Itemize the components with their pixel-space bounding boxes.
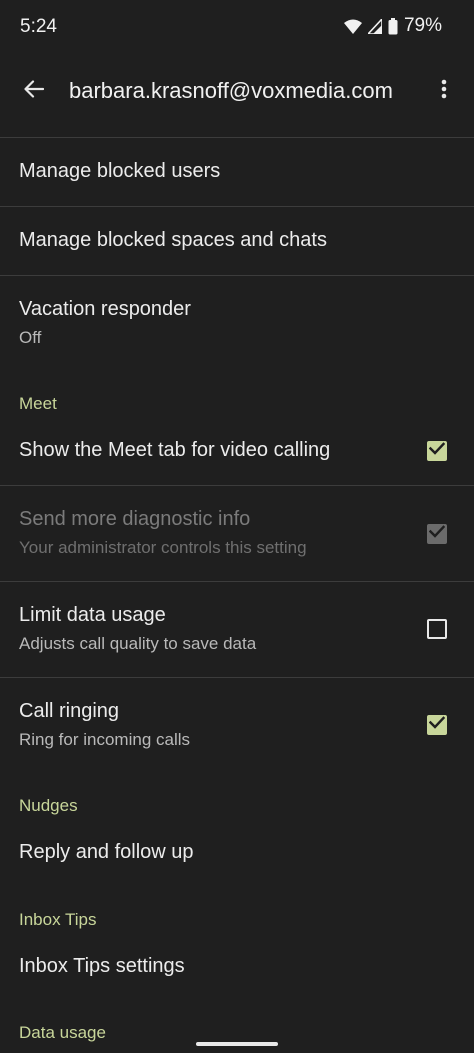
limit-data-usage-checkbox[interactable] [427, 619, 447, 639]
show-meet-tab-row[interactable]: Show the Meet tab for video calling [0, 418, 474, 485]
status-bar: 5:24 79% [0, 0, 474, 56]
row-title: Reply and follow up [19, 841, 194, 863]
arrow-back-icon [24, 79, 45, 103]
row-title: Call ringing [19, 700, 120, 722]
call-ringing-row[interactable]: Call ringing Ring for incoming calls [0, 678, 474, 773]
account-title: barbara.krasnoff@voxmedia.com [69, 78, 393, 103]
row-title: Send more diagnostic info [19, 508, 251, 530]
diagnostic-info-checkbox [427, 524, 447, 544]
status-time: 5:24 [20, 16, 57, 37]
more-vert-icon [441, 79, 447, 104]
overflow-menu-button[interactable] [430, 71, 458, 111]
row-title: Manage blocked spaces and chats [19, 229, 327, 251]
status-icons: 79% [343, 15, 442, 37]
row-title: Manage blocked users [19, 160, 221, 182]
vacation-responder-row[interactable]: Vacation responder Off [0, 276, 474, 366]
section-header-inbox-tips: Inbox Tips [19, 910, 97, 929]
wifi-icon [343, 19, 362, 34]
row-subtitle: Your administrator controls this setting [19, 538, 307, 557]
row-subtitle: Off [19, 328, 42, 347]
battery-icon [388, 17, 398, 35]
manage-blocked-spaces-row[interactable]: Manage blocked spaces and chats [0, 207, 474, 275]
row-title: Limit data usage [19, 604, 166, 626]
row-title: Vacation responder [19, 298, 191, 320]
inbox-tips-settings-row[interactable]: Inbox Tips settings [0, 934, 474, 1000]
row-title: Inbox Tips settings [19, 955, 185, 977]
reply-follow-up-row[interactable]: Reply and follow up [0, 820, 474, 886]
home-indicator[interactable] [196, 1042, 278, 1046]
section-header-data-usage: Data usage [19, 1023, 106, 1042]
section-header-meet: Meet [19, 394, 57, 413]
check-icon [428, 442, 446, 460]
manage-blocked-users-row[interactable]: Manage blocked users [0, 138, 474, 206]
limit-data-usage-row[interactable]: Limit data usage Adjusts call quality to… [0, 582, 474, 677]
row-subtitle: Ring for incoming calls [19, 730, 191, 749]
call-ringing-checkbox[interactable] [427, 715, 447, 735]
check-icon [428, 716, 446, 734]
show-meet-tab-checkbox[interactable] [427, 441, 447, 461]
cell-signal-icon [367, 18, 382, 34]
battery-percent: 79% [403, 15, 442, 36]
section-header-nudges: Nudges [19, 796, 78, 815]
check-icon [428, 525, 446, 543]
row-title: Show the Meet tab for video calling [19, 439, 331, 461]
app-bar: barbara.krasnoff@voxmedia.com [0, 58, 474, 124]
row-subtitle: Adjusts call quality to save data [19, 634, 257, 653]
back-button[interactable] [14, 71, 54, 111]
diagnostic-info-row: Send more diagnostic info Your administr… [0, 486, 474, 581]
